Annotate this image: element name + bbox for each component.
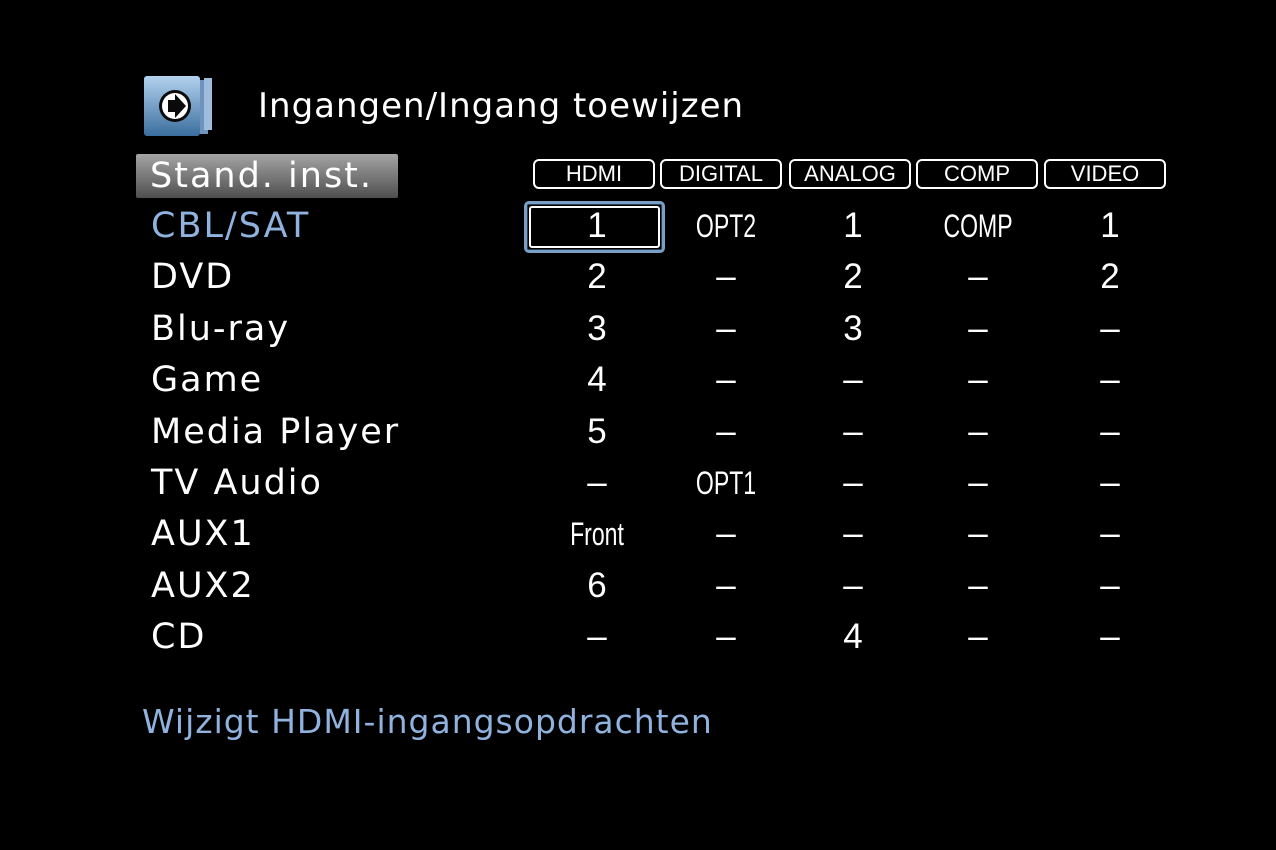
cell-aux2-video[interactable]: – [1045,564,1175,608]
cell-cd-video[interactable]: – [1045,615,1175,659]
cell-cbl-sat-digital[interactable]: OPT2 [679,204,773,248]
cell-media-player-video[interactable]: – [1045,410,1175,454]
cell-game-hdmi[interactable]: 4 [532,358,662,402]
cell-aux1-comp[interactable]: – [913,512,1043,556]
cell-dvd-comp[interactable]: – [913,255,1043,299]
cell-tv-audio-analog[interactable]: – [788,461,918,505]
cell-aux2-digital[interactable]: – [661,564,791,608]
cell-blu-ray-hdmi[interactable]: 3 [532,307,662,351]
cell-tv-audio-comp[interactable]: – [913,461,1043,505]
column-header-analog: ANALOG [789,159,911,189]
page-title: Ingangen/Ingang toewijzen [258,86,745,126]
row-label-tv-audio[interactable]: TV Audio [151,461,323,505]
input-assign-screen: Ingangen/Ingang toewijzen Stand. inst. H… [0,0,1276,850]
cell-aux2-comp[interactable]: – [913,564,1043,608]
cell-aux1-analog[interactable]: – [788,512,918,556]
cell-aux1-digital[interactable]: – [661,512,791,556]
cell-blu-ray-video[interactable]: – [1045,307,1175,351]
cell-cd-comp[interactable]: – [913,615,1043,659]
cell-dvd-video[interactable]: 2 [1045,255,1175,299]
row-label-cbl-sat[interactable]: CBL/SAT [151,204,310,248]
cell-aux2-hdmi[interactable]: 6 [532,564,662,608]
cell-tv-audio-video[interactable]: – [1045,461,1175,505]
defaults-button-label: Stand. inst. [150,156,374,196]
defaults-button[interactable]: Stand. inst. [136,154,398,198]
cell-aux2-analog[interactable]: – [788,564,918,608]
column-header-hdmi: HDMI [533,159,655,189]
cell-blu-ray-analog[interactable]: 3 [788,307,918,351]
cell-aux1-video[interactable]: – [1045,512,1175,556]
row-label-aux1[interactable]: AUX1 [151,512,255,556]
row-label-media-player[interactable]: Media Player [151,410,400,454]
cell-blu-ray-comp[interactable]: – [913,307,1043,351]
cell-tv-audio-digital[interactable]: OPT1 [679,461,773,505]
cell-cbl-sat-analog[interactable]: 1 [788,204,918,248]
cell-game-comp[interactable]: – [913,358,1043,402]
cell-cd-digital[interactable]: – [661,615,791,659]
cell-media-player-hdmi[interactable]: 5 [532,410,662,454]
cell-game-video[interactable]: – [1045,358,1175,402]
column-header-comp: COMP [916,159,1038,189]
cell-cd-analog[interactable]: 4 [788,615,918,659]
row-label-aux2[interactable]: AUX2 [151,564,255,608]
cell-dvd-digital[interactable]: – [661,255,791,299]
help-text: Wijzigt HDMI-ingangsopdrachten [142,702,713,741]
cell-tv-audio-hdmi[interactable]: – [532,461,662,505]
column-header-digital: DIGITAL [660,159,782,189]
cell-game-analog[interactable]: – [788,358,918,402]
cell-blu-ray-digital[interactable]: – [661,307,791,351]
row-label-dvd[interactable]: DVD [151,255,234,299]
row-label-cd[interactable]: CD [151,615,206,659]
cell-media-player-comp[interactable]: – [913,410,1043,454]
row-label-blu-ray[interactable]: Blu-ray [151,307,290,351]
cell-game-digital[interactable]: – [661,358,791,402]
column-header-video: VIDEO [1044,159,1166,189]
cell-media-player-digital[interactable]: – [661,410,791,454]
row-label-game[interactable]: Game [151,358,263,402]
cell-cbl-sat-comp[interactable]: COMP [931,204,1025,248]
cell-cd-hdmi[interactable]: – [532,615,662,659]
cell-media-player-analog[interactable]: – [788,410,918,454]
cell-cbl-sat-hdmi[interactable]: 1 [532,204,662,248]
cell-dvd-hdmi[interactable]: 2 [532,255,662,299]
cell-cbl-sat-video[interactable]: 1 [1045,204,1175,248]
input-assign-arrow-icon [144,76,212,136]
cell-aux1-hdmi[interactable]: Front [550,512,644,556]
cell-dvd-analog[interactable]: 2 [788,255,918,299]
